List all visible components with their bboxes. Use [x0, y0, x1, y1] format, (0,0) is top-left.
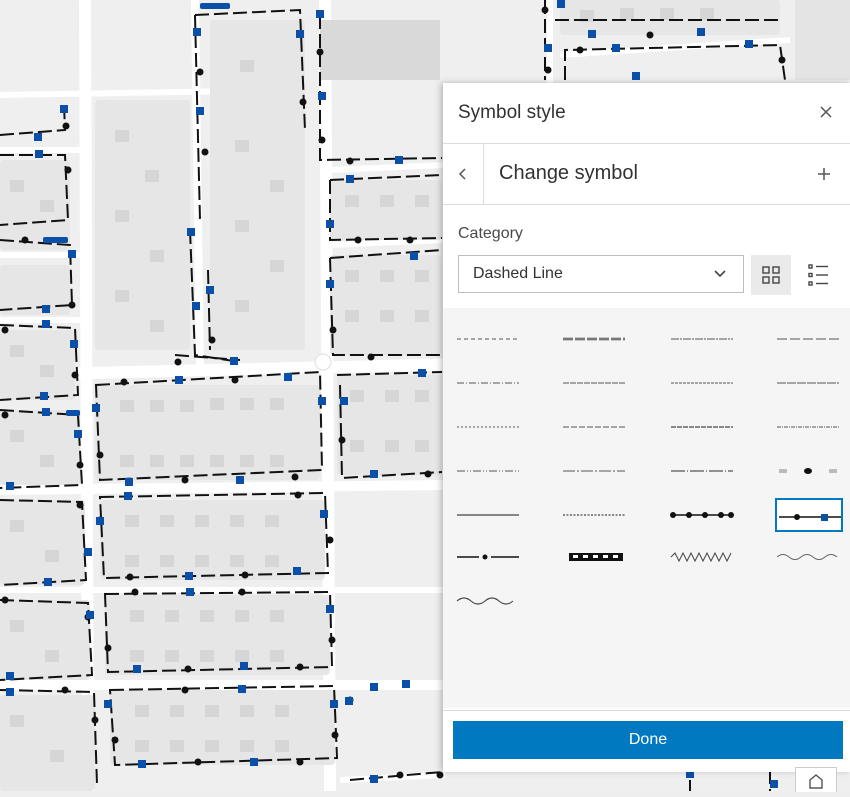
- symbol-preview: [457, 470, 519, 472]
- symbol-swatch-dash-dot-dot[interactable]: [455, 454, 523, 488]
- back-button[interactable]: [443, 144, 484, 204]
- symbol-swatch-line-dots[interactable]: [669, 498, 737, 532]
- symbol-swatch-dash-dot-long[interactable]: [561, 454, 629, 488]
- category-label: Category: [458, 225, 523, 242]
- symbol-swatch-gray-dot-gray[interactable]: [775, 454, 843, 488]
- symbol-preview: [457, 426, 519, 428]
- symbol-swatch-wave-thin[interactable]: [775, 540, 843, 574]
- symbol-swatch-dash-fine[interactable]: [561, 366, 629, 400]
- symbol-swatch-dash-fine-2[interactable]: [669, 366, 737, 400]
- symbol-preview: [457, 514, 519, 516]
- symbol-swatch-wave[interactable]: [455, 584, 523, 618]
- symbol-preview: [563, 382, 625, 384]
- close-icon: [820, 106, 832, 118]
- change-symbol-title: Change symbol: [499, 162, 638, 184]
- symbol-swatch-dash-fine-3[interactable]: [775, 366, 843, 400]
- symbol-preview: [777, 382, 839, 384]
- symbol-swatch-dash-dot-long-2[interactable]: [669, 454, 737, 488]
- symbol-swatch-dash-dot[interactable]: [455, 366, 523, 400]
- symbol-preview: [779, 468, 837, 474]
- symbol-preview: [457, 382, 519, 384]
- change-symbol-header: Change symbol: [443, 144, 850, 205]
- symbol-preview: [563, 470, 625, 472]
- symbol-preview: [671, 382, 733, 384]
- add-symbol-button[interactable]: [812, 162, 836, 186]
- symbol-preview: [670, 551, 732, 563]
- symbol-preview: [569, 553, 623, 561]
- symbol-preview: [671, 426, 733, 428]
- chevron-left-icon: [458, 168, 466, 180]
- panel-title: Symbol style: [458, 102, 566, 123]
- symbol-preview: [563, 337, 625, 341]
- symbol-swatch-zigzag[interactable]: [669, 540, 737, 574]
- symbol-preview: [776, 554, 838, 560]
- symbol-swatch-dash-long-dot[interactable]: [669, 322, 737, 356]
- symbol-preview: [671, 470, 733, 472]
- symbol-swatch-dot-fine[interactable]: [455, 410, 523, 444]
- panel-header: Symbol style: [443, 83, 850, 144]
- grid-view-button[interactable]: [751, 255, 791, 295]
- grid-view-icon: [762, 266, 780, 284]
- symbol-preview: [670, 512, 734, 518]
- symbol-preview: [563, 426, 625, 428]
- symbol-preview: [563, 514, 625, 516]
- symbol-swatch-dash-medium[interactable]: [561, 410, 629, 444]
- chevron-down-icon: [714, 270, 726, 278]
- list-view-button[interactable]: [799, 255, 839, 295]
- symbol-swatch-dotted[interactable]: [561, 498, 629, 532]
- symbol-swatch-dash-double[interactable]: [561, 322, 629, 356]
- symbol-swatch-dash-dot-fine[interactable]: [775, 410, 843, 444]
- symbol-preview: [777, 426, 839, 428]
- list-view-icon: [808, 264, 828, 286]
- symbol-preview: [457, 338, 519, 340]
- done-button[interactable]: Done: [453, 721, 843, 759]
- symbol-gallery: [443, 308, 850, 708]
- symbol-swatch-line-dot-square[interactable]: [775, 498, 843, 532]
- plus-icon: [818, 168, 830, 180]
- symbol-preview: [671, 338, 733, 340]
- symbol-swatch-solid[interactable]: [455, 498, 523, 532]
- home-icon: [809, 774, 823, 789]
- symbol-preview: [777, 338, 839, 340]
- symbol-swatch-dash-dot-dash[interactable]: [455, 540, 523, 574]
- symbol-preview: [457, 554, 519, 560]
- category-select[interactable]: Dashed Line: [458, 255, 744, 293]
- close-button[interactable]: [814, 100, 838, 124]
- symbol-preview: [456, 597, 514, 605]
- symbol-swatch-dash-long[interactable]: [775, 322, 843, 356]
- home-button[interactable]: [795, 767, 837, 792]
- symbol-swatch-dash-double-2[interactable]: [669, 410, 737, 444]
- symbol-preview: [779, 514, 841, 521]
- panel-footer: Done: [443, 710, 850, 772]
- category-select-value: Dashed Line: [473, 265, 563, 282]
- symbol-swatch-railroad[interactable]: [561, 540, 629, 574]
- symbol-style-panel: Symbol style Change symbol Category Dash…: [443, 83, 850, 772]
- symbol-swatch-dash-short[interactable]: [455, 322, 523, 356]
